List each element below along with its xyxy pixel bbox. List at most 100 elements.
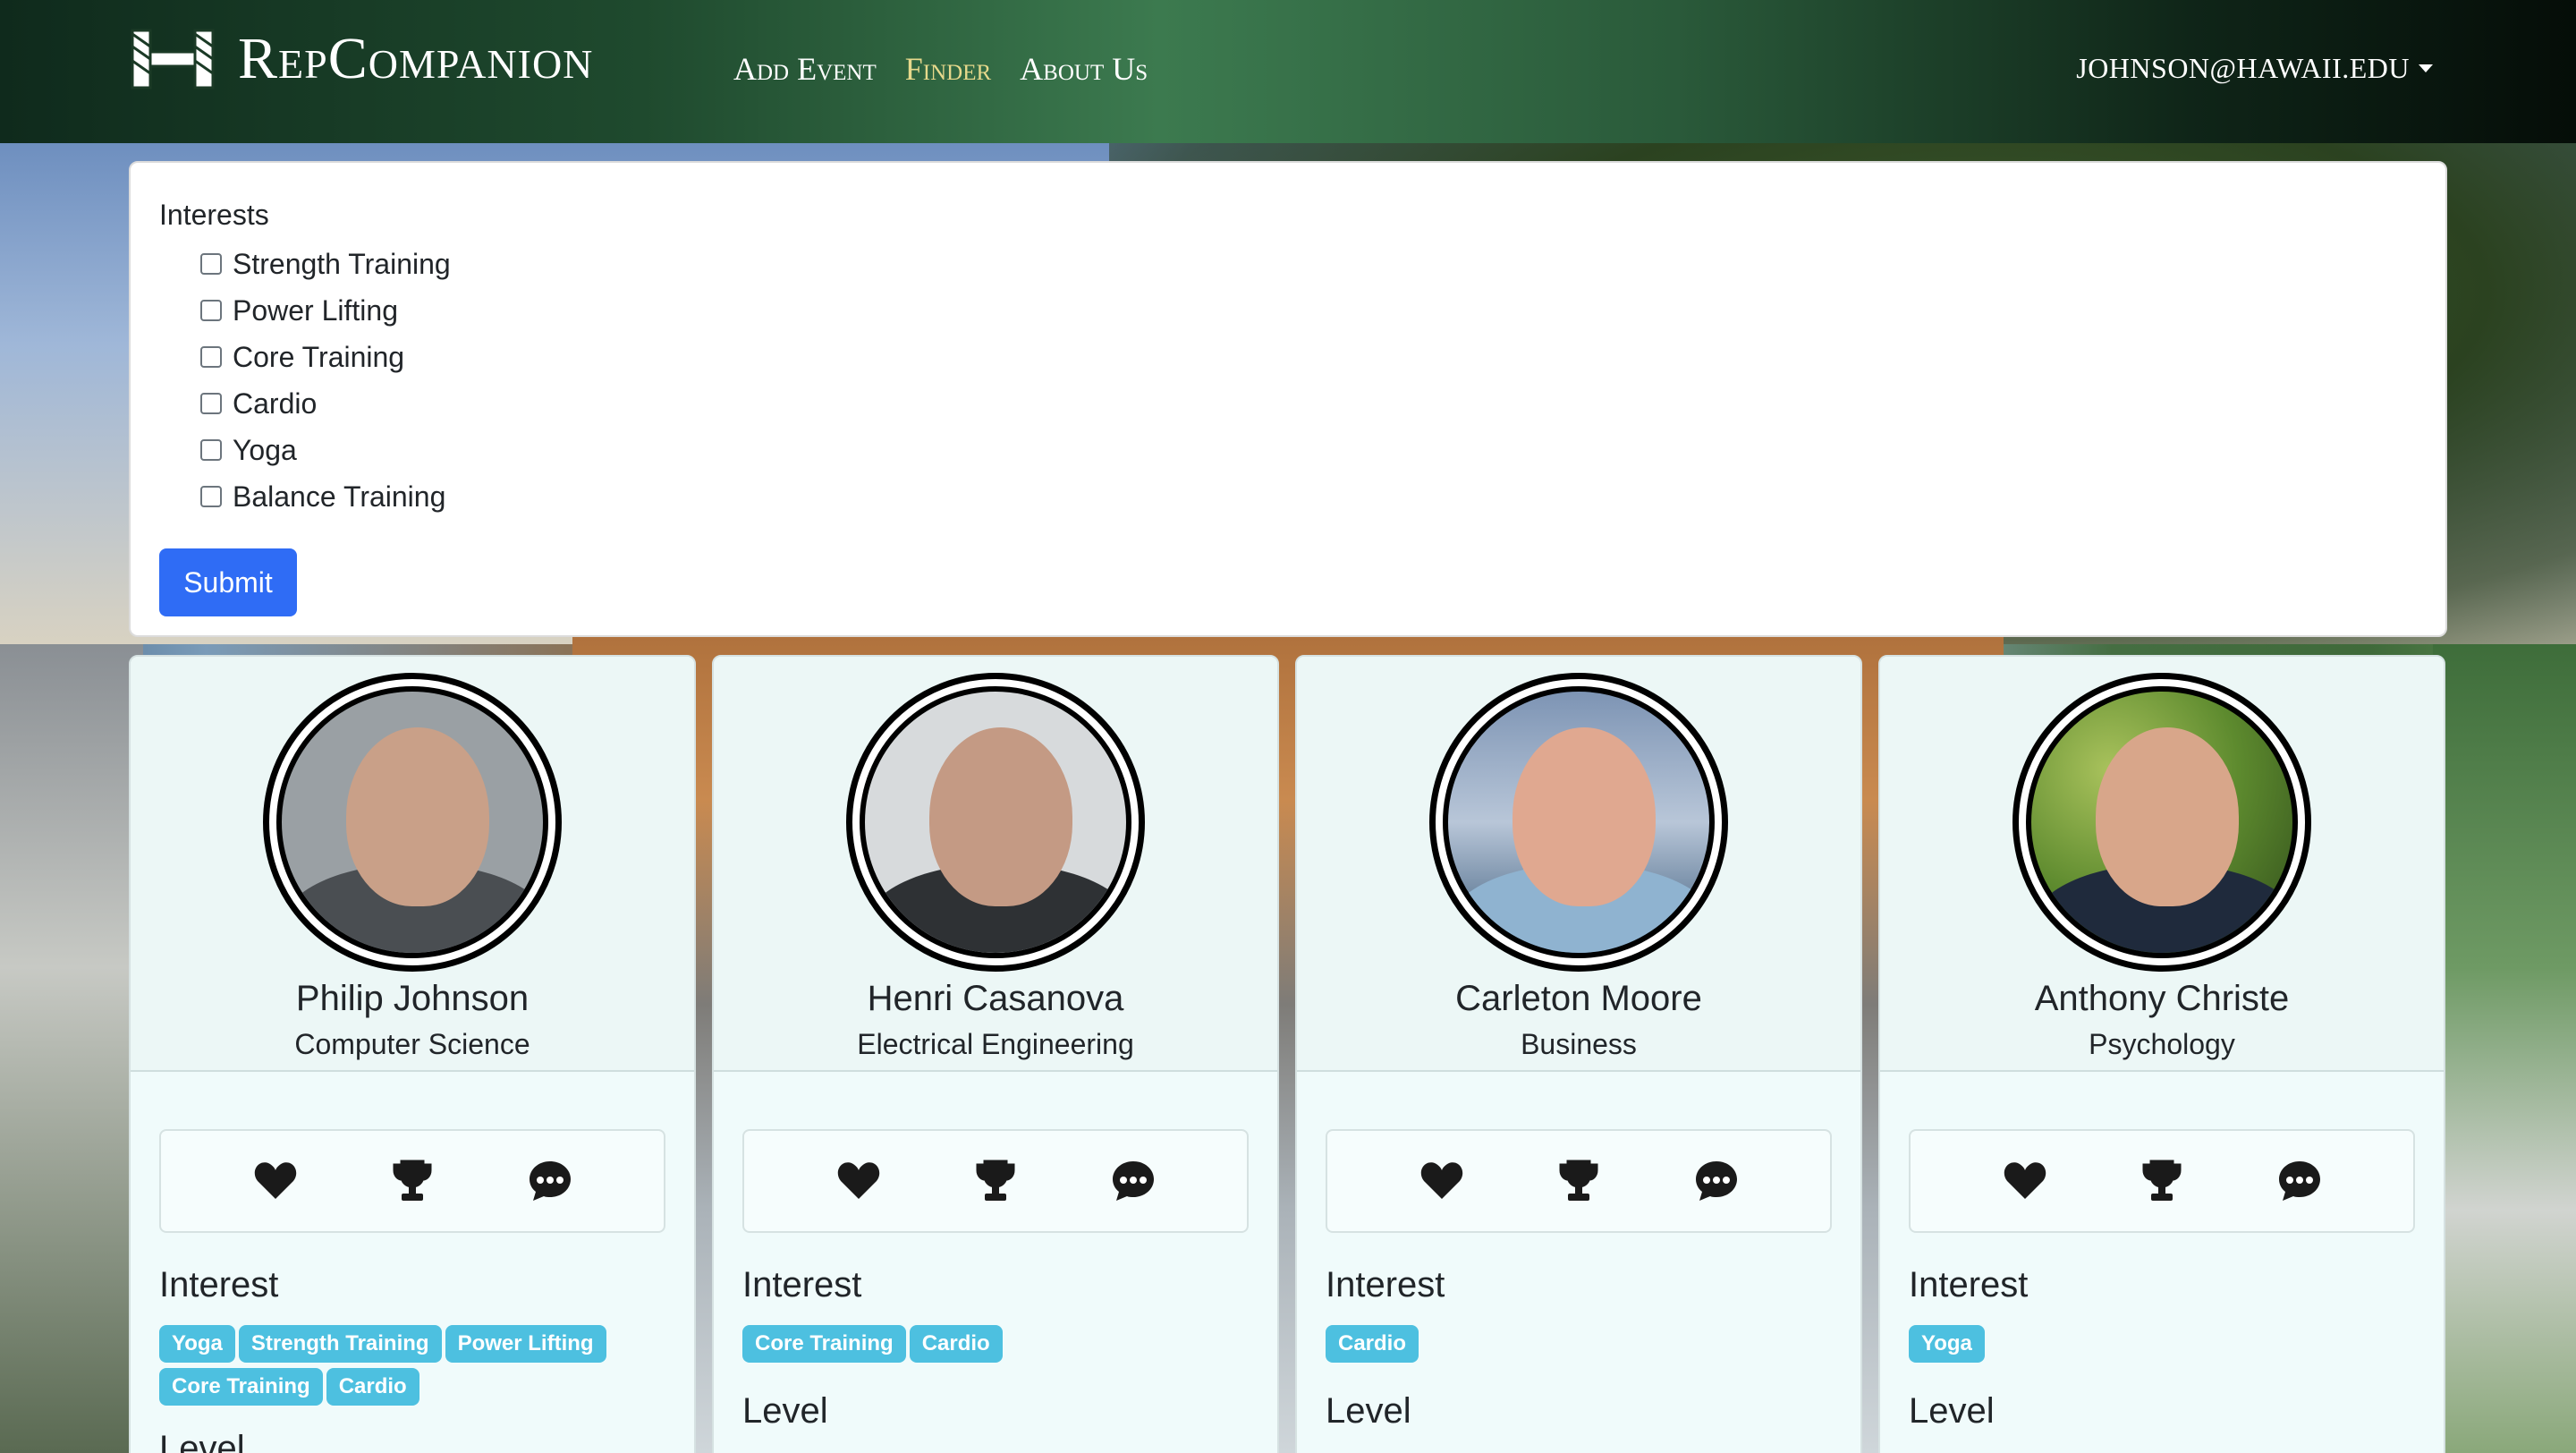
interest-heading: Interest [1326,1265,1445,1304]
profile-card-header: Philip Johnson Computer Science [131,657,694,1072]
checkbox-input[interactable] [200,300,222,321]
nav-link-about-us[interactable]: About Us [1020,50,1148,88]
nav-links: Add Event Finder About Us [733,50,1148,88]
avatar [276,686,548,958]
heart-icon[interactable] [1419,1158,1465,1204]
profile-card-body: Interest Cardio Level [1297,1072,1860,1453]
checkbox-cardio[interactable]: Cardio [200,380,2417,427]
checkbox-input[interactable] [200,253,222,275]
checkbox-label: Power Lifting [233,293,398,327]
background-photo-hillside [2433,644,2576,1453]
avatar [1443,686,1715,958]
interest-tag: Power Lifting [445,1325,606,1363]
checkbox-label: Balance Training [233,480,446,513]
checkbox-balance-training[interactable]: Balance Training [200,473,2417,520]
heart-icon[interactable] [835,1158,882,1204]
profile-department: Psychology [2089,1028,2235,1060]
chat-bubble-icon[interactable] [2276,1158,2323,1204]
interest-tags: Core Training Cardio [742,1325,1225,1363]
trophy-icon[interactable] [972,1158,1019,1204]
brand[interactable]: RepCompanion [129,25,593,93]
interest-tag: Core Training [742,1325,906,1363]
checkbox-input[interactable] [200,486,222,507]
user-menu-dropdown[interactable]: johnson@hawaii.edu [2076,52,2433,85]
interest-heading: Interest [1909,1265,2029,1304]
checkbox-label: Strength Training [233,247,451,280]
background-photo-left-building [0,644,143,1453]
checkbox-label: Core Training [233,340,405,373]
user-email: johnson@hawaii.edu [2076,52,2410,84]
avatar [860,686,1131,958]
checkbox-input[interactable] [200,393,222,414]
avatar-frame [846,673,1145,972]
avatar [2026,686,2298,958]
profile-name: Philip Johnson [295,979,530,1018]
profile-name: Carleton Moore [1455,979,1702,1018]
avatar-face [2096,727,2239,906]
heart-icon[interactable] [252,1158,299,1204]
profile-card: Henri Casanova Electrical Engineering In… [712,655,1279,1453]
checkbox-strength-training[interactable]: Strength Training [200,241,2417,287]
avatar-frame [1429,673,1728,972]
heart-icon[interactable] [2002,1158,2048,1204]
trophy-icon[interactable] [1555,1158,1602,1204]
interest-tag: Cardio [1326,1325,1419,1363]
checkbox-core-training[interactable]: Core Training [200,334,2417,380]
interest-tag: Cardio [326,1368,419,1406]
nav-link-add-event[interactable]: Add Event [733,50,877,88]
profile-card-body: Interest Yoga Strength Training Power Li… [131,1072,694,1453]
interest-tag: Core Training [159,1368,323,1406]
interest-heading: Interest [159,1265,279,1304]
interest-tag: Yoga [1909,1325,1985,1363]
profile-card: Carleton Moore Business Interest Cardio … [1295,655,1862,1453]
profile-card-body: Interest Yoga Level [1880,1072,2444,1453]
profile-card-header: Anthony Christe Psychology [1880,657,2444,1072]
checkbox-power-lifting[interactable]: Power Lifting [200,287,2417,334]
level-heading: Level [1326,1391,1411,1431]
profile-card: Anthony Christe Psychology Interest Yoga… [1878,655,2445,1453]
brand-name: RepCompanion [238,26,594,91]
interest-tag: Yoga [159,1325,235,1363]
trophy-icon[interactable] [2139,1158,2185,1204]
interest-tag: Cardio [909,1325,1003,1363]
checkbox-yoga[interactable]: Yoga [200,427,2417,473]
avatar-frame [263,673,562,972]
interest-heading: Interest [742,1265,862,1304]
profile-name: Anthony Christe [2034,979,2290,1018]
chat-bubble-icon[interactable] [527,1158,573,1204]
profile-card-header: Henri Casanova Electrical Engineering [714,657,1277,1072]
profile-actions [1909,1129,2415,1233]
profile-actions [742,1129,1249,1233]
profile-actions [1326,1129,1832,1233]
checkbox-label: Cardio [233,387,318,420]
filter-heading: Interests [159,199,269,231]
profile-card-grid: Philip Johnson Computer Science Interest… [129,655,2447,1453]
checkbox-label: Yoga [233,433,297,466]
profile-card-body: Interest Core Training Cardio Level [714,1072,1277,1453]
interest-tags: Yoga Strength Training Power Lifting Cor… [159,1325,642,1406]
interest-tags: Cardio [1326,1325,1809,1363]
chat-bubble-icon[interactable] [1110,1158,1157,1204]
profile-department: Electrical Engineering [857,1028,1134,1060]
submit-button[interactable]: Submit [159,548,297,616]
caret-down-icon [2419,64,2433,72]
profile-department: Computer Science [294,1028,530,1060]
chat-bubble-icon[interactable] [1693,1158,1740,1204]
interest-tag: Strength Training [238,1325,442,1363]
avatar-face [929,727,1072,906]
level-heading: Level [1909,1391,1995,1431]
avatar-face [346,727,489,906]
avatar-frame [2012,673,2311,972]
interest-tags: Yoga [1909,1325,2392,1363]
interest-checkbox-list: Strength Training Power Lifting Core Tra… [200,241,2417,520]
checkbox-input[interactable] [200,346,222,368]
checkbox-input[interactable] [200,439,222,461]
profile-card: Philip Johnson Computer Science Interest… [129,655,696,1453]
trophy-icon[interactable] [389,1158,436,1204]
profile-actions [159,1129,665,1233]
level-heading: Level [742,1391,828,1431]
interest-filter-form: Interests Strength Training Power Liftin… [129,161,2447,637]
level-heading: Level [159,1429,245,1453]
nav-link-finder[interactable]: Finder [905,50,991,88]
profile-department: Business [1521,1028,1637,1060]
